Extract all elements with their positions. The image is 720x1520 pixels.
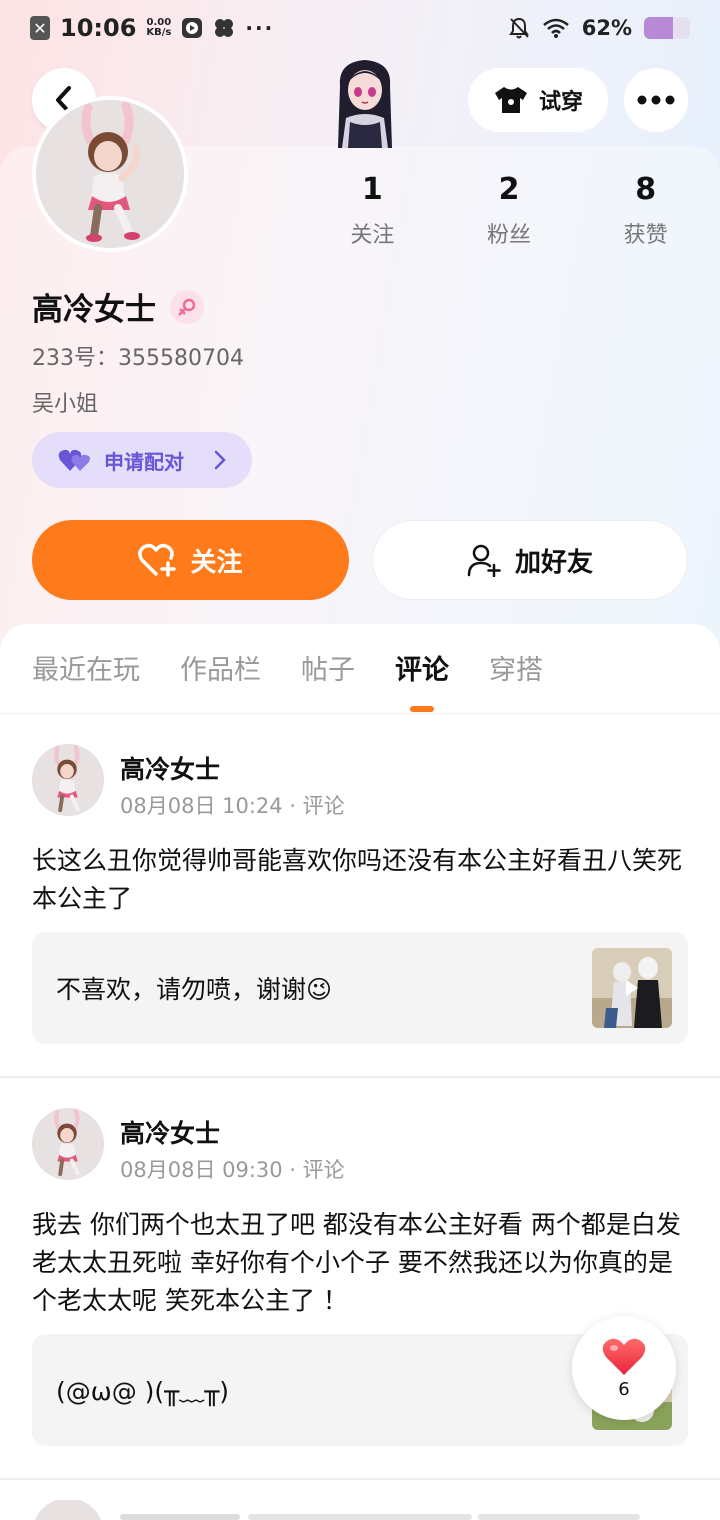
stat-fans[interactable]: 2 粉丝	[441, 172, 578, 249]
heart-icon	[602, 1338, 646, 1375]
heart-plus-icon	[138, 543, 177, 577]
like-count: 6	[618, 1378, 630, 1400]
profile-stats: 1 关注 2 粉丝 8 获赞	[304, 172, 714, 249]
comment-author-name[interactable]: 高冷女士	[120, 750, 220, 786]
tab-comments[interactable]: 评论	[395, 648, 449, 712]
battery-percent: 62%	[581, 16, 632, 40]
stat-value: 8	[635, 172, 657, 207]
stat-value: 1	[361, 172, 383, 207]
bunny-character-avatar	[32, 744, 104, 816]
comment-author-avatar[interactable]	[32, 1108, 104, 1180]
request-pairing-label: 申请配对	[104, 449, 184, 474]
notification-x-icon: ✕	[30, 16, 50, 40]
user-remark: 吴小姐	[32, 392, 99, 417]
stat-following[interactable]: 1 关注	[304, 172, 441, 249]
wifi-icon	[542, 18, 569, 38]
try-on-label: 试穿	[538, 90, 583, 115]
comment-author-avatar[interactable]	[32, 744, 104, 816]
status-bar: ✕ 10:06 0.00 KB/s ··· 62%	[0, 0, 720, 56]
profile-tabs-bar: 最近在玩 作品栏 帖子 评论 穿搭	[0, 624, 720, 714]
tshirt-icon	[494, 87, 527, 113]
stat-value: 2	[498, 172, 520, 207]
more-dots-icon	[637, 95, 675, 105]
stat-label: 粉丝	[487, 223, 532, 248]
like-floating-button[interactable]: 6	[572, 1316, 676, 1420]
status-more-dots: ···	[245, 16, 275, 40]
comment-text: 长这么丑你觉得帅哥能喜欢你吗还没有本公主好看丑八笑死本公主了	[32, 846, 683, 913]
profile-username: 高冷女士	[32, 292, 156, 328]
comment-item[interactable]: 高冷女士 08月08日 10:24 · 评论 长这么丑你觉得帅哥能喜欢你吗还没有…	[0, 714, 720, 1076]
replied-content-text: (@ω@ )(╥﹏╥)	[56, 1377, 229, 1406]
request-pairing-button[interactable]: 申请配对	[32, 432, 252, 488]
video-thumbnail[interactable]	[592, 948, 672, 1028]
tab-works[interactable]: 作品栏	[180, 648, 261, 687]
follow-label: 关注	[190, 547, 243, 578]
status-time: 10:06	[60, 14, 137, 42]
stat-likes[interactable]: 8 获赞	[577, 172, 714, 249]
stat-label: 获赞	[623, 223, 668, 248]
chevron-right-icon	[214, 450, 226, 470]
double-heart-icon	[58, 449, 90, 471]
more-options-button[interactable]	[624, 68, 688, 132]
battery-icon	[644, 17, 690, 39]
app-clover-icon	[215, 19, 234, 37]
comment-author-name[interactable]: 高冷女士	[120, 1114, 220, 1150]
comment-text: 我去 你们两个也太丑了吧 都没有本公主好看 两个都是白发 老太太丑死啦 幸好你有…	[32, 1210, 681, 1315]
try-on-button[interactable]: 试穿	[468, 68, 608, 132]
bunny-character-avatar	[36, 100, 184, 248]
network-speed: 0.00 KB/s	[146, 17, 172, 38]
bunny-character-avatar	[32, 1108, 104, 1180]
tab-recently-played[interactable]: 最近在玩	[32, 648, 140, 687]
follow-button[interactable]: 关注	[32, 520, 349, 600]
add-friend-label: 加好友	[514, 547, 593, 578]
character-avatar-figure[interactable]	[326, 56, 404, 148]
female-icon	[170, 289, 204, 324]
stat-label: 关注	[350, 223, 395, 248]
media-play-icon	[182, 18, 203, 38]
tab-posts[interactable]: 帖子	[301, 648, 355, 687]
comment-meta: 08月08日 10:24 · 评论	[120, 794, 345, 818]
active-tab-indicator	[410, 706, 434, 712]
add-user-icon	[467, 544, 501, 577]
next-comment-peek	[34, 1500, 640, 1520]
profile-avatar[interactable]	[32, 96, 188, 252]
mute-bell-icon	[508, 17, 529, 39]
user-id: 233号：355580704	[32, 346, 244, 371]
tab-outfits[interactable]: 穿搭	[489, 648, 543, 687]
comment-divider	[0, 1478, 720, 1480]
comment-meta: 08月08日 09:30 · 评论	[120, 1158, 345, 1182]
add-friend-button[interactable]: 加好友	[372, 520, 688, 600]
profile-name-row: 高冷女士	[32, 284, 204, 329]
tab-comments-label: 评论	[395, 655, 449, 686]
replied-content-card[interactable]: 不喜欢，请勿喷，谢谢😉	[32, 932, 688, 1044]
replied-content-text: 不喜欢，请勿喷，谢谢😉	[56, 975, 333, 1004]
